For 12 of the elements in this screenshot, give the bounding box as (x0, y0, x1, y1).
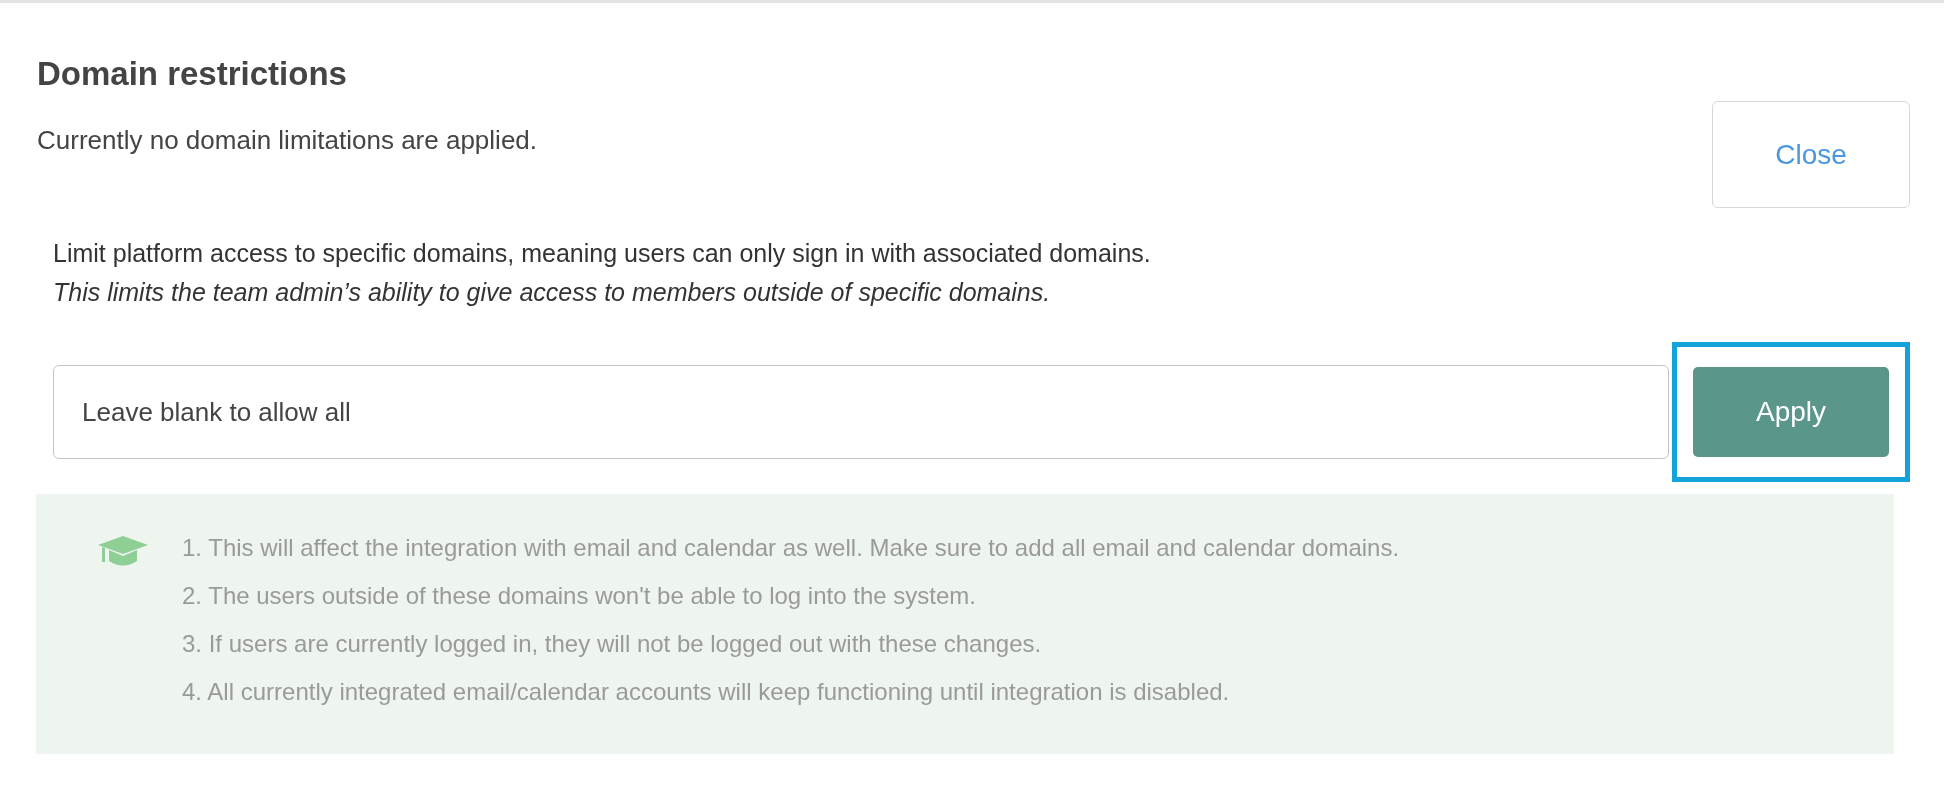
info-list-item: 1. This will affect the integration with email and calendar as well. Make sure to add all email and calendar domains. (182, 533, 1400, 563)
info-list-item: 4. All currently integrated email/calendar accounts will keep functioning until integration is disabled. (182, 677, 1231, 707)
apply-button[interactable]: Apply (1693, 367, 1889, 457)
domain-input-field[interactable]: Leave blank to allow all (53, 365, 1669, 459)
info-list-item: 3. If users are currently logged in, they will not be logged out with these changes. (182, 629, 1043, 659)
status-text: Currently no domain limitations are applied. (37, 125, 538, 156)
note-text: This limits the team admin’s ability to give access to members outside of specific domains. (53, 277, 1052, 308)
graduation-cap-icon (98, 536, 148, 568)
description-text: Limit platform access to specific domains, meaning users can only sign in with associated domains. (53, 238, 1152, 269)
close-button[interactable]: Close (1712, 101, 1910, 208)
info-list-item: 2. The users outside of these domains won't be able to log into the system. (182, 581, 977, 611)
section-title: Domain restrictions (37, 55, 348, 93)
